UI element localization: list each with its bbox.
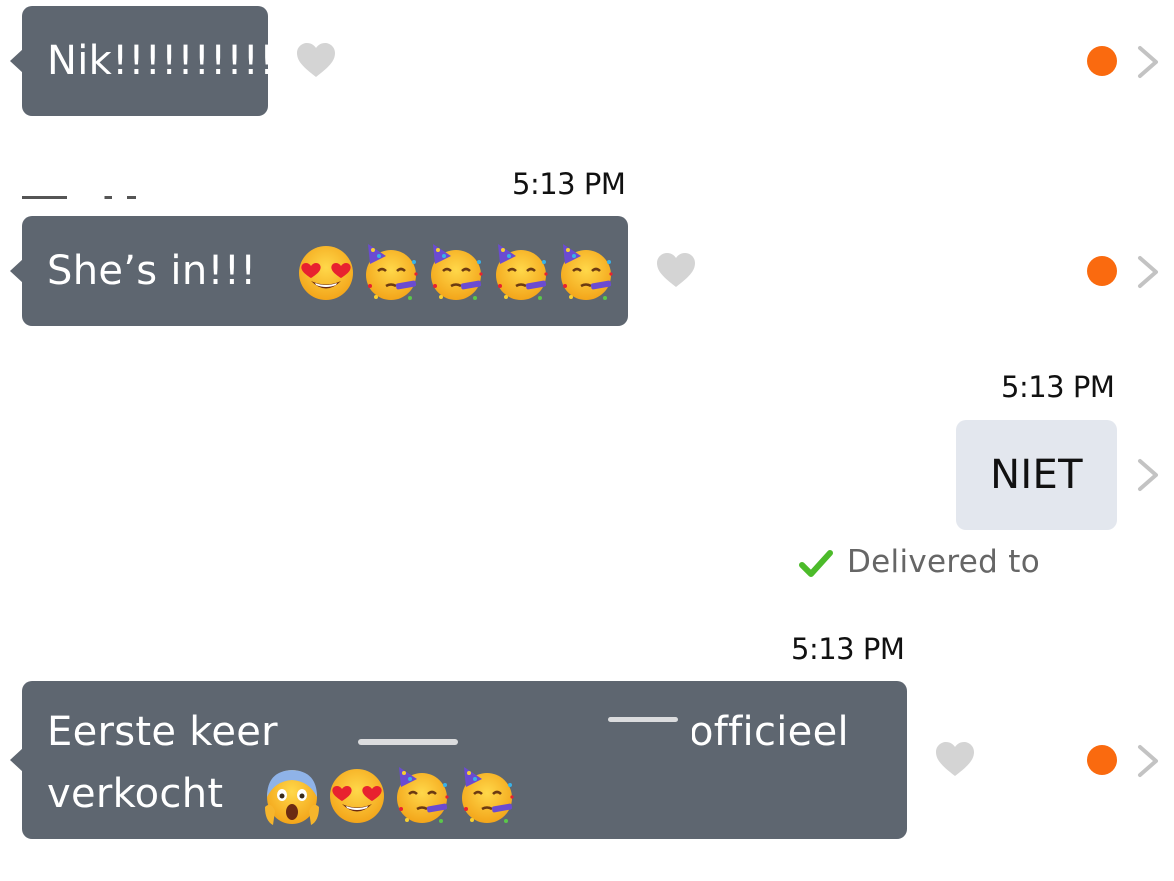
message-bubble-outgoing[interactable]: NIET [956,420,1117,530]
message-text: NIET [990,452,1083,498]
message-text: officieel [689,709,849,755]
screaming-face-emoji [265,770,320,825]
unread-dot [1087,745,1117,775]
delivery-status: Delivered to [847,544,1040,580]
message-timestamp: 5:13 PM [791,632,905,666]
checkmark-icon [799,550,833,577]
partying-face-emoji [494,244,549,302]
heart-eyes-emoji [298,246,353,300]
message-text: She’s in!!! [47,248,257,294]
heart-eyes-emoji [330,769,385,823]
redacted-sender-name [22,196,172,199]
chevron-right-icon[interactable] [1136,457,1160,493]
partying-face-emoji [396,767,451,825]
heart-icon[interactable] [657,253,695,289]
message-timestamp: 5:13 PM [512,167,626,201]
chevron-right-icon[interactable] [1136,44,1160,80]
partying-face-emoji [364,244,419,302]
unread-dot [1087,256,1117,286]
partying-face-emoji [429,244,484,302]
heart-icon[interactable] [297,43,335,79]
message-text: Nik!!!!!!!!!! [47,38,276,84]
message-bubble-incoming[interactable]: Eerste keer officieel verkocht [10,681,907,839]
redacted-text [342,699,692,751]
message-bubble-incoming[interactable]: Nik!!!!!!!!!! [10,6,275,116]
heart-icon[interactable] [936,742,974,778]
message-text: verkocht [47,771,224,817]
chevron-right-icon[interactable] [1136,743,1160,779]
message-bubble-incoming[interactable]: She’s in!!! [10,216,628,326]
partying-face-emoji [461,767,516,825]
chevron-right-icon[interactable] [1136,254,1160,290]
unread-dot [1087,46,1117,76]
message-text: Eerste keer [47,709,278,755]
message-timestamp: 5:13 PM [1001,370,1115,404]
partying-face-emoji [559,244,614,302]
